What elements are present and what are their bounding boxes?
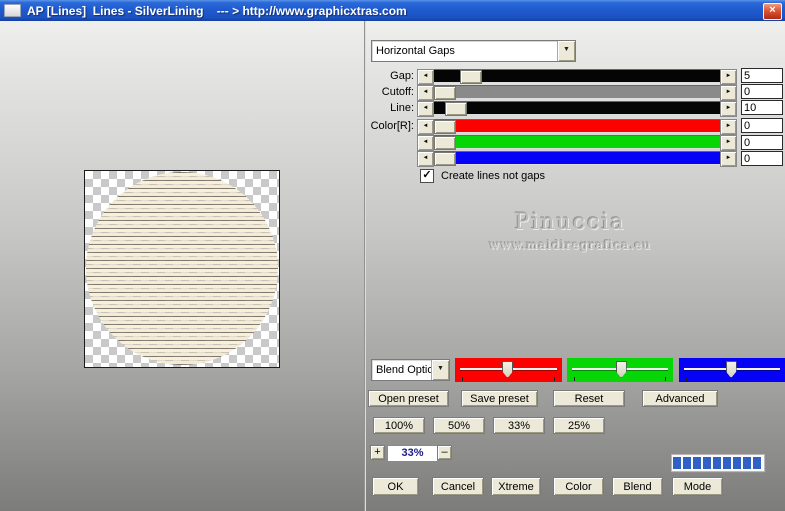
color-r-slider-track[interactable] [434, 119, 720, 134]
color-g-value-input[interactable] [741, 135, 783, 150]
advanced-button[interactable]: Advanced [642, 390, 718, 407]
open-preset-button[interactable]: Open preset [368, 390, 449, 407]
green-channel-slider[interactable] [567, 358, 673, 382]
zoom-50-button[interactable]: 50% [433, 417, 485, 434]
slider-left-arrow-icon[interactable]: ◄ [417, 119, 434, 135]
color-r-label: Color[R]: [370, 120, 414, 132]
line-value-input[interactable] [741, 100, 783, 115]
slider-right-arrow-icon[interactable]: ► [720, 119, 737, 135]
color-r-slider[interactable]: ◄ ► [417, 119, 737, 135]
chevron-down-icon[interactable]: ▼ [431, 360, 449, 380]
slider-right-arrow-icon[interactable]: ► [720, 135, 737, 151]
slider-left-arrow-icon[interactable]: ◄ [417, 85, 434, 101]
title-bar: AP [Lines] Lines - SilverLining --- > ht… [0, 0, 785, 21]
slider-left-arrow-icon[interactable]: ◄ [417, 135, 434, 151]
zoom-out-button[interactable]: – [437, 445, 452, 460]
zoom-100-button[interactable]: 100% [373, 417, 425, 434]
mode-button[interactable]: Mode [672, 477, 723, 496]
checkbox-check-icon[interactable]: ✓ [420, 169, 434, 183]
close-button[interactable]: × [763, 3, 782, 20]
cutoff-slider-track[interactable] [434, 85, 720, 100]
color-b-slider-track[interactable] [434, 151, 720, 166]
reset-button[interactable]: Reset [553, 390, 625, 407]
cutoff-value-input[interactable] [741, 84, 783, 99]
cutoff-slider-thumb[interactable] [434, 86, 456, 100]
preview-canvas[interactable] [84, 170, 280, 368]
window-icon [4, 4, 21, 17]
slider-right-arrow-icon[interactable]: ► [720, 151, 737, 167]
color-b-value-input[interactable] [741, 151, 783, 166]
preview-circle-image [86, 172, 278, 365]
ok-button[interactable]: OK [372, 477, 419, 496]
preset-dropdown-value: Horizontal Gaps [376, 45, 455, 57]
zoom-33-button[interactable]: 33% [493, 417, 545, 434]
color-g-slider-thumb[interactable] [434, 136, 456, 150]
slider-left-arrow-icon[interactable]: ◄ [417, 101, 434, 117]
zoom-25-button[interactable]: 25% [553, 417, 605, 434]
plugin-window: AP [Lines] Lines - SilverLining --- > ht… [0, 0, 785, 511]
create-lines-label: Create lines not gaps [441, 170, 545, 182]
save-preset-button[interactable]: Save preset [461, 390, 538, 407]
color-r-slider-thumb[interactable] [434, 120, 456, 134]
progress-bar [671, 454, 765, 472]
cutoff-label: Cutoff: [381, 86, 414, 98]
color-g-slider[interactable]: ◄ ► [417, 135, 737, 151]
blue-channel-slider[interactable] [679, 358, 785, 382]
color-button[interactable]: Color [553, 477, 604, 496]
green-channel-thumb[interactable] [615, 361, 627, 378]
gap-slider-thumb[interactable] [459, 70, 482, 84]
create-lines-checkbox[interactable]: ✓ Create lines not gaps [420, 169, 545, 183]
gap-value-input[interactable] [741, 68, 783, 83]
preset-dropdown[interactable]: Horizontal Gaps ▼ [371, 40, 576, 62]
slider-right-arrow-icon[interactable]: ► [720, 69, 737, 85]
xtreme-button[interactable]: Xtreme [491, 477, 541, 496]
line-slider-thumb[interactable] [445, 102, 468, 116]
zoom-level-display: 33% [387, 445, 438, 462]
slider-right-arrow-icon[interactable]: ► [720, 101, 737, 117]
blue-channel-thumb[interactable] [725, 361, 737, 378]
window-title: AP [Lines] Lines - SilverLining --- > ht… [27, 3, 407, 18]
gap-slider-track[interactable] [434, 69, 720, 84]
cutoff-slider[interactable]: ◄ ► [417, 85, 737, 101]
color-r-value-input[interactable] [741, 118, 783, 133]
red-channel-slider[interactable] [455, 358, 562, 382]
slider-right-arrow-icon[interactable]: ► [720, 85, 737, 101]
color-b-slider[interactable]: ◄ ► [417, 151, 737, 167]
blend-options-value: Blend Options [376, 364, 431, 376]
color-g-slider-track[interactable] [434, 135, 720, 150]
cancel-button[interactable]: Cancel [432, 477, 484, 496]
gap-label: Gap: [390, 70, 414, 82]
blend-button[interactable]: Blend [612, 477, 663, 496]
color-b-slider-thumb[interactable] [434, 152, 456, 166]
blend-options-dropdown[interactable]: Blend Options ▼ [371, 359, 450, 381]
chevron-down-icon[interactable]: ▼ [557, 41, 575, 61]
slider-left-arrow-icon[interactable]: ◄ [417, 151, 434, 167]
line-slider-track[interactable] [434, 101, 720, 116]
line-label: Line: [390, 102, 414, 114]
zoom-in-button[interactable]: + [370, 445, 385, 460]
red-channel-thumb[interactable] [502, 361, 514, 378]
slider-left-arrow-icon[interactable]: ◄ [417, 69, 434, 85]
close-icon: × [769, 4, 776, 16]
line-slider[interactable]: ◄ ► [417, 101, 737, 117]
gap-slider[interactable]: ◄ ► [417, 69, 737, 85]
